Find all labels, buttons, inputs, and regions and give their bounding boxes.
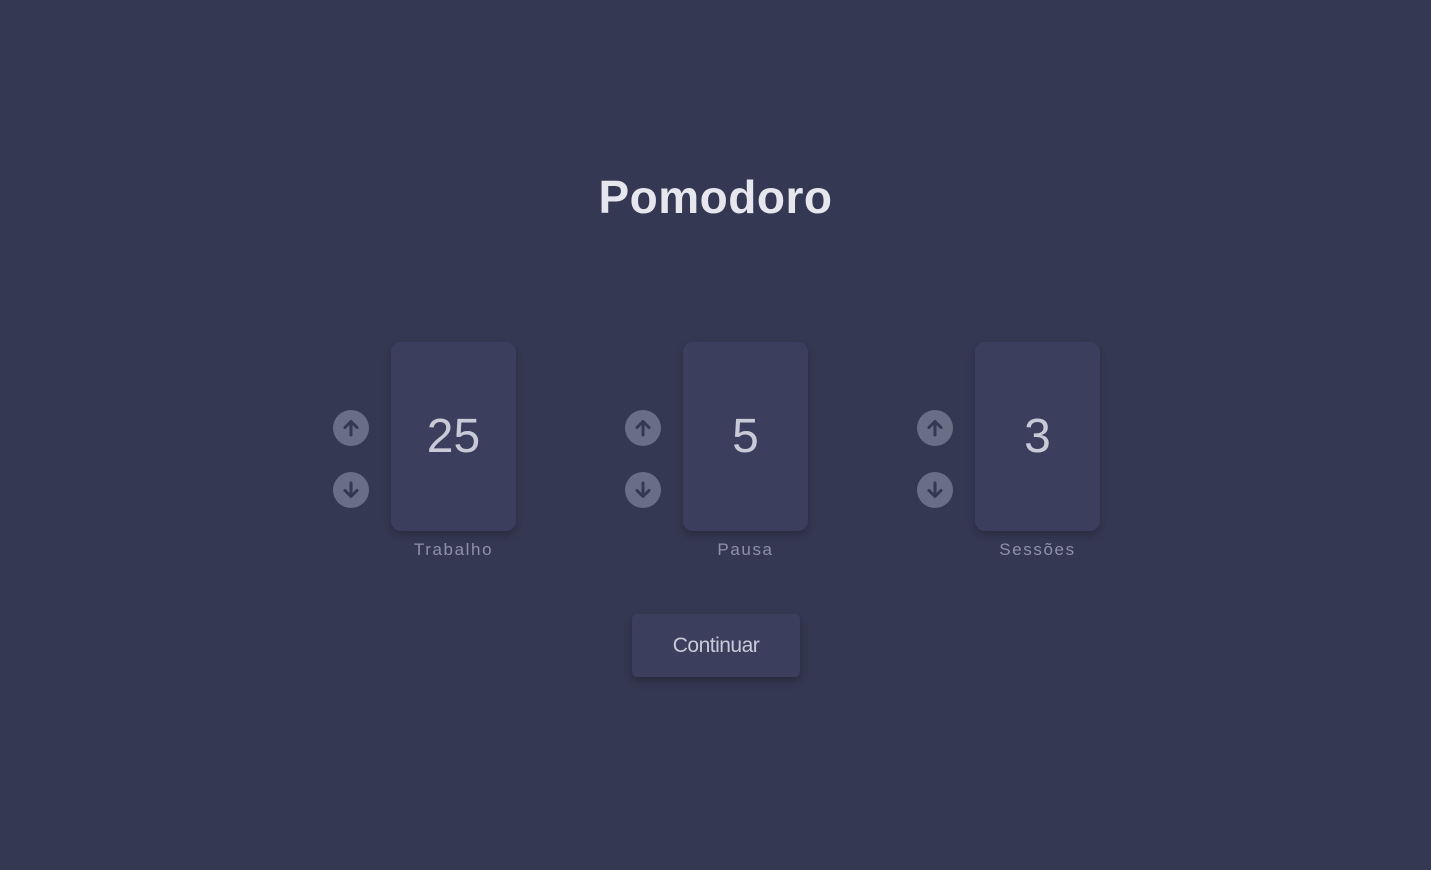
arrow-up-circle-icon[interactable] (625, 410, 661, 446)
break-duration-setting: 5 Pausa (624, 342, 844, 572)
page-title: Pomodoro (598, 171, 833, 223)
sessions-value: 3 (1024, 410, 1051, 463)
sessions-setting: 3 Sessões (916, 342, 1136, 572)
work-duration-value: 25 (426, 410, 481, 463)
sessions-card: 3 (975, 342, 1100, 531)
break-duration-label: Pausa (717, 540, 774, 559)
arrow-down-circle-icon[interactable] (333, 472, 369, 508)
work-duration-card: 25 (391, 342, 516, 531)
arrow-up-circle-icon[interactable] (917, 410, 953, 446)
arrow-down-circle-icon[interactable] (625, 472, 661, 508)
break-duration-value: 5 (732, 410, 759, 463)
continue-button[interactable]: Continuar (632, 614, 800, 677)
work-duration-label: Trabalho (413, 540, 494, 559)
sessions-label: Sessões (999, 540, 1076, 559)
arrow-up-circle-icon[interactable] (333, 410, 369, 446)
work-duration-setting: 25 Trabalho (332, 342, 552, 572)
arrow-down-circle-icon[interactable] (917, 472, 953, 508)
break-duration-card: 5 (683, 342, 808, 531)
pomodoro-settings-page: Pomodoro 25 Trabalho 5 Pausa 3 Sessões C… (0, 0, 1431, 870)
